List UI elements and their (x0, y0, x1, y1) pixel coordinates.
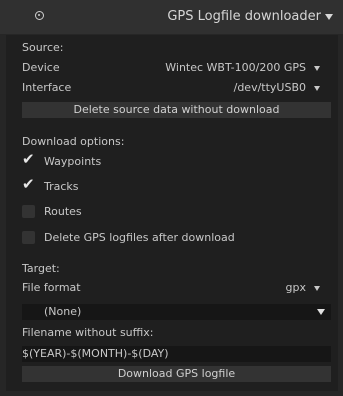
triangle-down-icon[interactable] (325, 14, 333, 20)
download-options-heading: Download options: (22, 134, 322, 150)
target-heading: Target: (22, 261, 322, 277)
checkbox-empty-icon[interactable] (22, 205, 35, 218)
module-header[interactable]: GPS Logfile downloader (0, 0, 343, 34)
file-format-value[interactable]: gpx (286, 280, 306, 296)
delete-logfiles-label[interactable]: Delete GPS logfiles after download (44, 230, 235, 246)
routes-label[interactable]: Routes (44, 204, 82, 220)
delete-source-data-button[interactable]: Delete source data without download (22, 102, 331, 118)
reset-icon[interactable] (35, 11, 44, 20)
checkmark-icon[interactable]: ✔ (22, 151, 35, 167)
source-heading-text: Source: (22, 41, 64, 54)
interface-value[interactable]: /dev/ttyUSB0 (234, 80, 306, 96)
file-format-label: File format (22, 281, 81, 294)
tracks-label[interactable]: Tracks (44, 179, 79, 195)
style-select-value[interactable]: (None) (44, 304, 81, 320)
device-label: Device (22, 61, 60, 74)
source-heading: Source: (22, 40, 322, 56)
module-title: GPS Logfile downloader (167, 9, 321, 24)
filename-label: Filename without suffix: (22, 326, 154, 339)
filename-heading: Filename without suffix: (22, 325, 322, 341)
chevron-down-icon[interactable] (317, 309, 325, 315)
file-format-row[interactable]: File format gpx (22, 280, 322, 296)
interface-label: Interface (22, 81, 72, 94)
gps-logfile-downloader-module: GPS Logfile downloader Source: Device Wi… (0, 0, 343, 396)
interface-dropdown-icon[interactable] (314, 86, 320, 91)
device-dropdown-icon[interactable] (314, 66, 320, 71)
download-options-heading-text: Download options: (22, 135, 125, 148)
device-row[interactable]: Device Wintec WBT-100/200 GPS (22, 60, 322, 76)
interface-row[interactable]: Interface /dev/ttyUSB0 (22, 80, 322, 96)
device-value[interactable]: Wintec WBT-100/200 GPS (165, 60, 306, 76)
filename-input[interactable]: $(YEAR)-$(MONTH)-$(DAY) (22, 346, 331, 362)
file-format-dropdown-icon[interactable] (314, 286, 320, 291)
waypoints-label[interactable]: Waypoints (44, 154, 101, 170)
filename-value[interactable]: $(YEAR)-$(MONTH)-$(DAY) (22, 346, 169, 362)
checkmark-icon[interactable]: ✔ (22, 176, 35, 192)
style-select[interactable]: (None) (22, 304, 331, 320)
target-heading-text: Target: (22, 262, 60, 275)
download-gps-logfile-button[interactable]: Download GPS logfile (22, 366, 331, 382)
module-body: Source: Device Wintec WBT-100/200 GPS In… (6, 35, 338, 391)
checkbox-empty-icon[interactable] (22, 231, 35, 244)
